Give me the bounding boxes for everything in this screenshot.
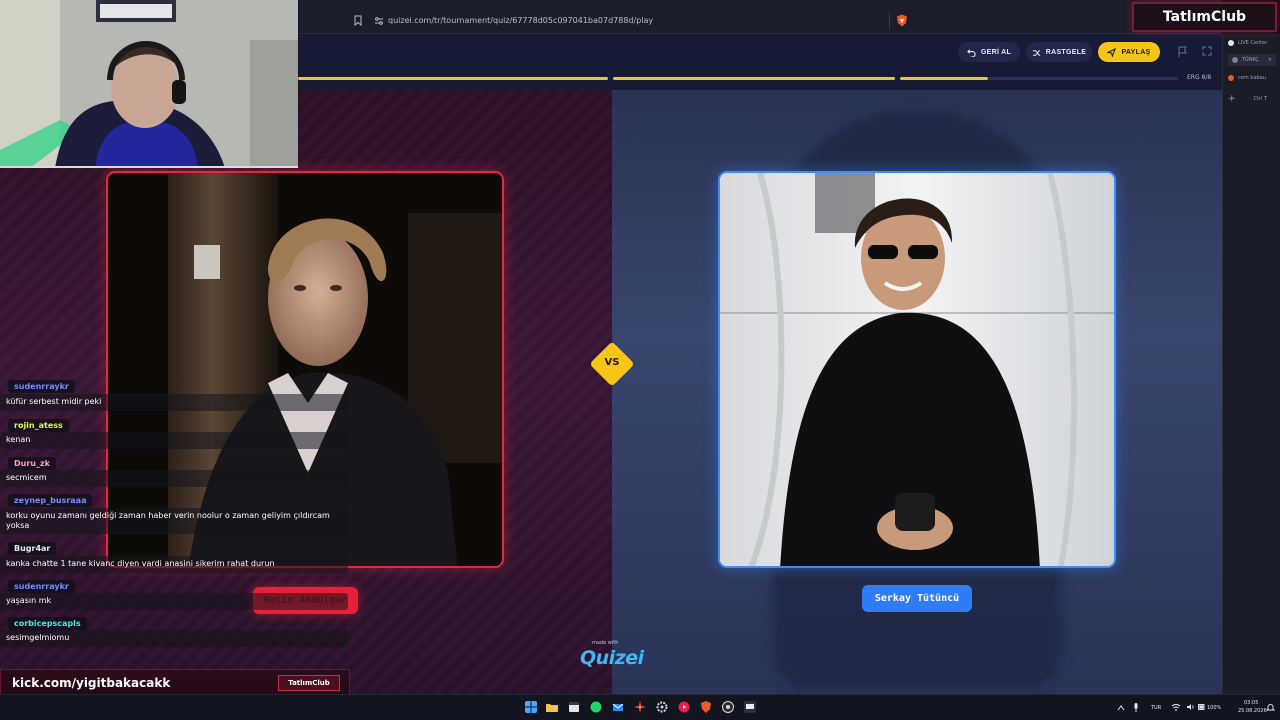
- settings-gear-icon[interactable]: [656, 701, 668, 713]
- wifi-icon[interactable]: [1171, 703, 1181, 711]
- progress-track: [988, 77, 1178, 80]
- share-button[interactable]: PAYLAŞ: [1098, 42, 1160, 62]
- chat-message: kenan: [0, 432, 348, 449]
- progress-segment: [613, 77, 895, 80]
- side-item-live-center[interactable]: LIVE Center: [1228, 37, 1267, 49]
- streamer-webcam-feed: [0, 0, 298, 166]
- media-player-icon[interactable]: [678, 701, 690, 713]
- screen: quizei.com/tr/tournament/quiz/67778d05c0…: [0, 0, 1280, 720]
- plus-icon: +: [1228, 94, 1236, 104]
- tray-overflow-icon[interactable]: [1117, 705, 1125, 711]
- clock-time[interactable]: 03:05: [1244, 700, 1258, 706]
- close-tab-icon[interactable]: ×: [1268, 57, 1272, 63]
- battery-icon[interactable]: [1198, 704, 1205, 710]
- volume-icon[interactable]: [1186, 703, 1195, 711]
- app-monitor-icon[interactable]: [744, 701, 756, 713]
- undo-button[interactable]: GERİ AL: [958, 42, 1020, 62]
- flag-icon[interactable]: [1178, 46, 1188, 58]
- undo-icon: [967, 48, 976, 57]
- vs-label: VS: [604, 357, 620, 368]
- progress-segment: [298, 77, 608, 80]
- right-option-name-button[interactable]: Serkay Tütüncü: [862, 585, 972, 612]
- quizei-logo[interactable]: Quizei: [580, 647, 644, 669]
- undo-label: GERİ AL: [980, 48, 1012, 56]
- whatsapp-icon[interactable]: [590, 701, 602, 713]
- chat-message: secmicem: [0, 470, 348, 487]
- side-item-tab[interactable]: TÜRKÇ ×: [1228, 54, 1276, 66]
- obs-icon[interactable]: [722, 701, 734, 713]
- input-language[interactable]: TUR: [1151, 705, 1161, 711]
- made-with-label: made with: [592, 640, 619, 646]
- microphone-icon[interactable]: [1133, 703, 1139, 712]
- new-tab-button[interactable]: + Ctrl T: [1228, 93, 1267, 105]
- progress-segment: [900, 77, 988, 80]
- brave-shield-icon[interactable]: [896, 14, 908, 27]
- chat-message: küfür serbest midir peki: [0, 394, 348, 411]
- windows-start-icon[interactable]: [525, 701, 537, 713]
- calendar-app-icon[interactable]: [568, 701, 580, 713]
- chat-username: sudenrraykr: [8, 580, 75, 593]
- share-label: PAYLAŞ: [1121, 48, 1151, 56]
- notification-icon[interactable]: [1266, 703, 1275, 712]
- webcam-overlay: [0, 0, 298, 168]
- app-star-icon[interactable]: [634, 701, 646, 713]
- tiktok-icon: [1228, 40, 1234, 46]
- brave-browser-icon[interactable]: [700, 701, 712, 713]
- browser-side-panel: [1222, 34, 1280, 694]
- round-value: 8/8: [1201, 74, 1212, 81]
- side-item-history[interactable]: cem babau: [1228, 72, 1266, 84]
- right-portrait-photo: [720, 173, 1114, 566]
- stream-brand-overlay: TatlımClub: [1132, 2, 1277, 32]
- right-option-image[interactable]: [718, 171, 1116, 568]
- random-icon: [1032, 49, 1040, 56]
- fullscreen-icon[interactable]: [1202, 46, 1212, 56]
- chat-username: Duru_zk: [8, 457, 56, 470]
- chat-username: zeynep_busraaa: [8, 494, 93, 507]
- channel-url: kick.com/yigitbakacakk: [12, 676, 171, 690]
- mail-app-icon[interactable]: [612, 701, 624, 713]
- toolbar-divider: [889, 13, 890, 29]
- chat-username: Bugr4ar: [8, 542, 57, 555]
- chat-message: sesimgelmiomu: [0, 630, 348, 647]
- channel-badge: TatlımClub: [278, 675, 340, 691]
- clock-date[interactable]: 25.08.2026: [1238, 708, 1267, 714]
- send-icon: [1107, 47, 1117, 57]
- chat-username: rojin_atess: [8, 419, 69, 432]
- tab-icon: [1232, 57, 1238, 63]
- brave-icon: [1228, 75, 1234, 81]
- round-counter: ERG 8/8: [1187, 74, 1212, 81]
- random-label: RASTGELE: [1045, 48, 1087, 56]
- random-button[interactable]: RASTGELE: [1026, 42, 1092, 62]
- chat-username: corbicepscapls: [8, 617, 87, 630]
- chat-message: yaşasın mk: [0, 593, 348, 610]
- bookmark-icon[interactable]: [354, 15, 362, 26]
- address-bar[interactable]: quizei.com/tr/tournament/quiz/67778d05c0…: [370, 14, 890, 28]
- chat-message: korku oyunu zamanı geldiği zaman haber v…: [0, 508, 348, 534]
- chat-username: sudenrraykr: [8, 380, 75, 393]
- chat-message: kanka chatte 1 tane kivanc diyen vardi a…: [0, 556, 348, 573]
- battery-percent: 100%: [1207, 705, 1222, 711]
- file-explorer-icon[interactable]: [546, 701, 558, 713]
